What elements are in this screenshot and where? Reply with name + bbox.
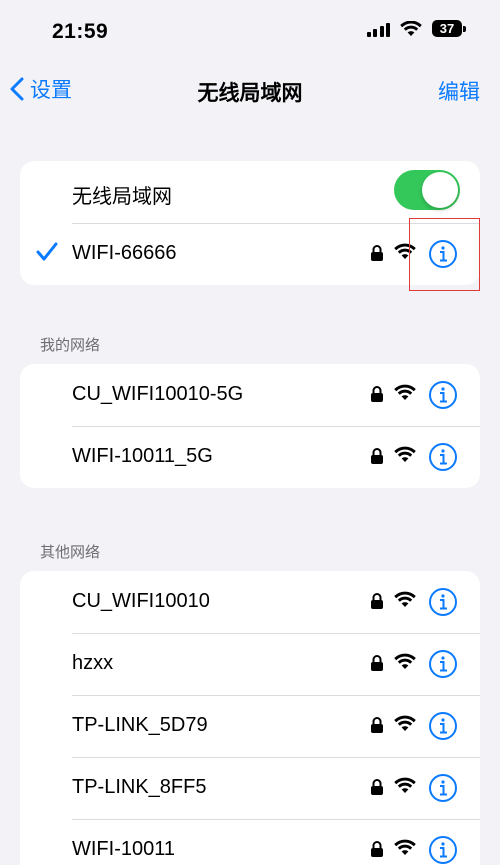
checkmark-icon [36, 242, 58, 261]
my-networks-header: 我的网络 [40, 337, 101, 354]
info-icon[interactable] [428, 711, 458, 741]
network-name: WIFI-10011 [72, 838, 175, 860]
info-icon[interactable] [428, 835, 458, 865]
lock-icon [371, 593, 383, 609]
wlan-toggle-label: 无线局域网 [72, 186, 172, 208]
status-time: 21:59 [52, 20, 109, 43]
lock-icon [371, 386, 383, 402]
battery-level: 37 [439, 21, 455, 36]
info-icon[interactable] [428, 649, 458, 679]
navigation-bar: 设置 无线局域网 编辑 [0, 66, 500, 112]
status-icons: 37 [366, 20, 466, 37]
info-icon[interactable] [428, 773, 458, 803]
wifi-signal-icon [394, 384, 416, 400]
wlan-toggle-row: 无线局域网 [20, 161, 480, 223]
my-networks-group: CU_WIFI10010-5G WIFI-10011_5G [20, 364, 480, 488]
network-row[interactable]: TP-LINK_8FF5 [20, 757, 480, 819]
network-row[interactable]: WIFI-10011 [20, 819, 480, 865]
wlan-toggle-switch[interactable] [394, 170, 460, 210]
network-name: WIFI-10011_5G [72, 445, 213, 467]
info-icon[interactable] [428, 380, 458, 410]
wifi-signal-icon [394, 715, 416, 731]
wifi-status-icon [400, 20, 422, 36]
lock-icon [371, 779, 383, 795]
network-name: TP-LINK_5D79 [72, 714, 208, 736]
edit-button[interactable]: 编辑 [438, 76, 480, 106]
lock-icon [371, 841, 383, 857]
network-name: CU_WIFI10010-5G [72, 383, 244, 405]
connected-network-name: WIFI-66666 [72, 242, 177, 264]
lock-icon [371, 448, 383, 464]
network-row[interactable]: CU_WIFI10010 [20, 571, 480, 633]
network-name: TP-LINK_8FF5 [72, 776, 207, 798]
network-row[interactable]: CU_WIFI10010-5G [20, 364, 480, 426]
info-icon[interactable] [428, 442, 458, 472]
wifi-signal-icon [394, 591, 416, 607]
lock-icon [371, 717, 383, 733]
lock-icon [371, 245, 383, 261]
other-networks-header: 其他网络 [40, 544, 101, 561]
other-networks-group: CU_WIFI10010 hzxx TP-LINK_5D79 TP-LINK_8… [20, 571, 480, 865]
toggle-knob [422, 172, 458, 208]
network-name: hzxx [72, 652, 114, 674]
wifi-signal-icon [394, 653, 416, 669]
network-row[interactable]: WIFI-10011_5G [20, 426, 480, 488]
network-row[interactable]: hzxx [20, 633, 480, 695]
wifi-signal-icon [394, 839, 416, 855]
wifi-signal-icon [394, 446, 416, 462]
info-icon[interactable] [428, 587, 458, 617]
wifi-settings-screen: 21:59 37 设置 无线局域网 编辑 无线局域网 WIFI-66666 我的… [0, 0, 500, 865]
lock-icon [371, 655, 383, 671]
wifi-signal-icon [394, 777, 416, 793]
cellular-signal-icon [366, 21, 390, 37]
network-name: CU_WIFI10010 [72, 590, 210, 612]
highlight-annotation [409, 218, 480, 291]
page-title: 无线局域网 [197, 82, 303, 105]
status-bar: 21:59 37 [0, 0, 500, 66]
network-row[interactable]: TP-LINK_5D79 [20, 695, 480, 757]
battery-icon: 37 [432, 20, 466, 37]
